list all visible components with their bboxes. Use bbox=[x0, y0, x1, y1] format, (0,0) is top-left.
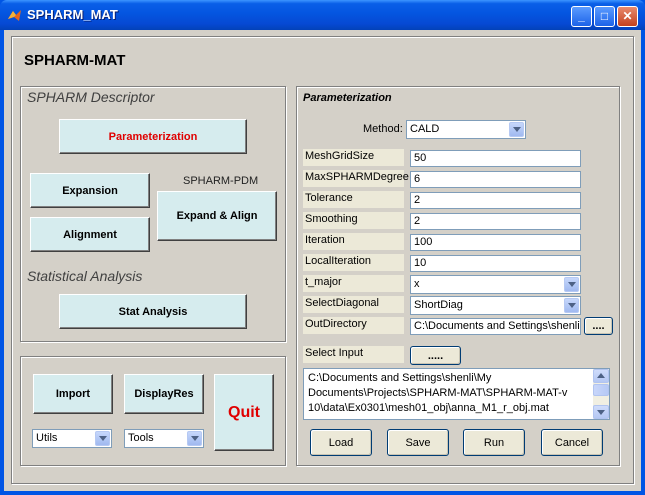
smoothing-input[interactable]: 2 bbox=[410, 213, 581, 230]
displayres-button[interactable]: DisplayRes bbox=[124, 374, 204, 414]
parameterization-title: Parameterization bbox=[303, 92, 392, 104]
tools-value: Tools bbox=[128, 432, 154, 444]
maximize-button[interactable]: □ bbox=[594, 6, 615, 27]
param-label-meshgridsize: MeshGridSize bbox=[303, 149, 404, 166]
stat-analysis-button[interactable]: Stat Analysis bbox=[59, 294, 247, 329]
method-dropdown[interactable]: CALD bbox=[406, 120, 526, 139]
t-major-dropdown[interactable]: x bbox=[410, 275, 581, 294]
title-bar[interactable]: SPHARM_MAT _ □ ✕ bbox=[0, 0, 645, 30]
scroll-down-icon[interactable] bbox=[593, 405, 609, 419]
matlab-icon bbox=[8, 10, 21, 21]
param-label-selectdiagonal: SelectDiagonal bbox=[303, 296, 404, 313]
utils-dropdown[interactable]: Utils bbox=[32, 429, 112, 448]
chevron-down-icon[interactable] bbox=[509, 122, 524, 137]
select-input-label: Select Input bbox=[303, 346, 404, 363]
tolerance-input[interactable]: 2 bbox=[410, 192, 581, 209]
param-label-localiteration: LocalIteration bbox=[303, 254, 404, 271]
param-label-t-major: t_major bbox=[303, 275, 404, 292]
alignment-button[interactable]: Alignment bbox=[30, 217, 150, 252]
parameterization-button[interactable]: Parameterization bbox=[59, 119, 247, 154]
expand-align-button[interactable]: Expand & Align bbox=[157, 191, 277, 241]
chevron-down-icon[interactable] bbox=[95, 431, 110, 446]
app-title: SPHARM-MAT bbox=[24, 52, 126, 69]
minimize-button[interactable]: _ bbox=[571, 6, 592, 27]
descriptor-title: SPHARM Descriptor bbox=[27, 89, 155, 105]
tools-dropdown[interactable]: Tools bbox=[124, 429, 204, 448]
expansion-button[interactable]: Expansion bbox=[30, 173, 150, 208]
window-title: SPHARM_MAT bbox=[27, 7, 118, 22]
outdirectory-browse-button[interactable]: .... bbox=[584, 317, 613, 335]
maxspharmdegree-input[interactable]: 6 bbox=[410, 171, 581, 188]
save-button[interactable]: Save bbox=[387, 429, 449, 456]
localiteration-input[interactable]: 10 bbox=[410, 255, 581, 272]
outdirectory-input[interactable]: C:\Documents and Settings\shenli\ bbox=[410, 318, 581, 335]
scroll-up-icon[interactable] bbox=[593, 369, 609, 383]
iteration-input[interactable]: 100 bbox=[410, 234, 581, 251]
cancel-button[interactable]: Cancel bbox=[541, 429, 603, 456]
method-label: Method: bbox=[363, 123, 403, 135]
selectdiagonal-value: ShortDiag bbox=[414, 299, 463, 311]
listbox-scrollbar[interactable] bbox=[593, 369, 609, 419]
param-label-maxspharmdegree: MaxSPHARMDegree bbox=[303, 170, 409, 187]
param-label-tolerance: Tolerance bbox=[303, 191, 404, 208]
run-button[interactable]: Run bbox=[463, 429, 525, 456]
param-label-iteration: Iteration bbox=[303, 233, 404, 250]
input-line: Documents\Projects\SPHARM-MAT\SPHARM-MAT… bbox=[308, 387, 568, 399]
meshgridsize-input[interactable]: 50 bbox=[410, 150, 581, 167]
chevron-down-icon[interactable] bbox=[564, 298, 579, 313]
chevron-down-icon[interactable] bbox=[187, 431, 202, 446]
param-label-outdirectory: OutDirectory bbox=[303, 317, 404, 334]
selectdiagonal-dropdown[interactable]: ShortDiag bbox=[410, 296, 581, 315]
scroll-thumb[interactable] bbox=[593, 384, 609, 396]
t-major-value: x bbox=[414, 278, 420, 290]
load-button[interactable]: Load bbox=[310, 429, 372, 456]
method-value: CALD bbox=[410, 123, 440, 135]
input-file-listbox[interactable]: C:\Documents and Settings\shenli\My Docu… bbox=[303, 368, 610, 420]
close-button[interactable]: ✕ bbox=[617, 6, 638, 27]
utils-value: Utils bbox=[36, 432, 58, 444]
import-button[interactable]: Import bbox=[33, 374, 113, 414]
quit-button[interactable]: Quit bbox=[214, 374, 274, 451]
select-input-browse-button[interactable]: ..... bbox=[410, 346, 461, 365]
input-line: 10\data\Ex0301\mesh01_obj\anna_M1_r_obj.… bbox=[308, 402, 549, 414]
stat-analysis-title: Statistical Analysis bbox=[27, 268, 143, 284]
chevron-down-icon[interactable] bbox=[564, 277, 579, 292]
param-label-smoothing: Smoothing bbox=[303, 212, 404, 229]
spharm-pdm-label: SPHARM-PDM bbox=[183, 175, 259, 187]
input-line: C:\Documents and Settings\shenli\My bbox=[308, 372, 492, 384]
